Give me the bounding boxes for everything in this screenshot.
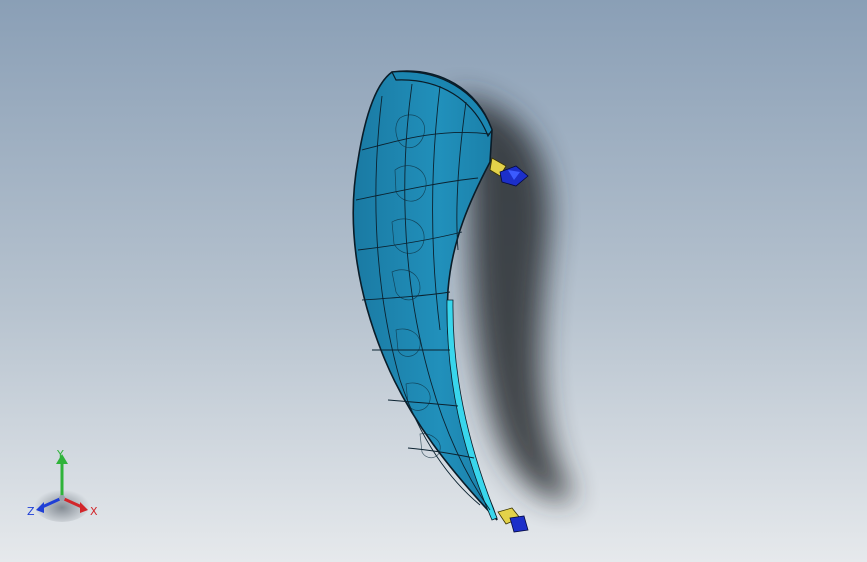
triad-z-label: Z [27, 505, 35, 518]
triad-y-label: Y [57, 448, 64, 461]
lower-fastener-icon [497, 507, 529, 533]
model-view [352, 70, 575, 533]
triad-x-label: X [90, 505, 98, 518]
reference-triad[interactable]: Y X Z [22, 446, 106, 526]
graphics-viewport[interactable]: Y X Z [0, 0, 867, 562]
